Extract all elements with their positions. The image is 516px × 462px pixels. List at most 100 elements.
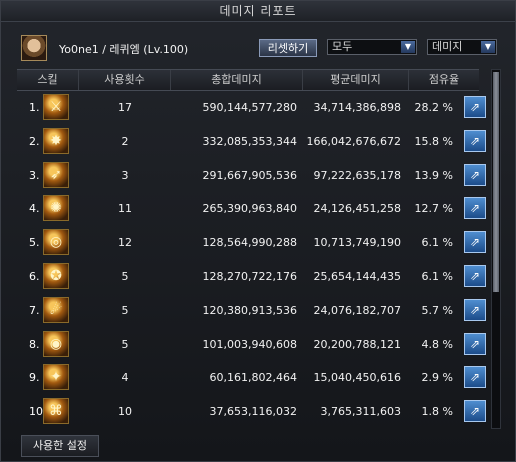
use-count: 4 xyxy=(121,371,129,385)
share-icon[interactable]: ⇗ xyxy=(464,96,486,118)
total-damage: 60,161,802,464 xyxy=(209,371,297,385)
table-header: 스킬 사용횟수 총합데미지 평균데미지 점유율 xyxy=(17,69,479,91)
scroll-thumb[interactable] xyxy=(493,72,499,292)
share-icon[interactable]: ⇗ xyxy=(464,298,486,321)
rank-number: 7. xyxy=(29,303,40,317)
red-seal-skill-icon[interactable]: ✪ xyxy=(43,262,69,289)
reset-button[interactable]: 리셋하기 xyxy=(259,39,317,57)
table-row: 9. ✦ 4 60,161,802,464 15,040,450,616 2.9 % ⇗ xyxy=(17,361,487,395)
table-row: 10. ⌘ 10 37,653,116,032 3,765,311,603 1.8 % ⇗ xyxy=(17,395,487,429)
damage-share: 12.7 % xyxy=(414,202,453,216)
table-row: 3. ➶ 3 291,667,905,536 97,222,635,178 13.9 % ⇗ xyxy=(17,159,487,193)
use-count: 11 xyxy=(118,202,132,216)
filter-select-value: 모두 xyxy=(332,40,353,53)
rank-number: 4. xyxy=(29,202,40,216)
rank-number: 8. xyxy=(29,337,40,351)
chevron-down-icon: ▼ xyxy=(401,41,415,53)
average-damage: 20,200,788,121 xyxy=(313,337,401,351)
use-count: 5 xyxy=(121,337,129,351)
window-title: 데미지 리포트 xyxy=(1,1,515,22)
share-icon[interactable]: ⇗ xyxy=(464,264,486,287)
rune-skill-icon[interactable]: ⌘ xyxy=(43,398,69,425)
table-row: 5. ◎ 12 128,564,990,288 10,713,749,190 6.1 % ⇗ xyxy=(17,226,487,260)
average-damage: 24,126,451,258 xyxy=(313,202,401,216)
damage-share: 28.2 % xyxy=(414,101,453,114)
use-count: 2 xyxy=(121,134,129,148)
average-damage: 3,765,311,603 xyxy=(320,405,401,419)
rank-number: 2. xyxy=(29,134,40,148)
damage-share: 2.9 % xyxy=(421,371,453,385)
total-damage: 120,380,913,536 xyxy=(202,303,297,317)
strike-skill-icon[interactable]: ➶ xyxy=(43,161,69,188)
table-row: 1. ⚔ 17 590,144,577,280 34,714,386,898 28.2 %… xyxy=(17,91,487,125)
use-count: 5 xyxy=(121,269,129,283)
spin-skill-icon[interactable]: ✺ xyxy=(43,195,69,222)
rank-number: 9. xyxy=(29,371,40,385)
share-icon[interactable]: ⇗ xyxy=(464,197,486,220)
fire-slash-skill-icon[interactable]: ✸ xyxy=(43,127,69,154)
average-damage: 25,654,144,435 xyxy=(313,269,401,283)
column-total-damage[interactable]: 총합데미지 xyxy=(171,70,303,90)
orb-skill-icon[interactable]: ◉ xyxy=(43,330,69,357)
damage-report-window: 데미지 리포트 Yo0ne1 / 레퀴엠 (Lv.100) 리셋하기 모두 ▼ … xyxy=(0,0,516,462)
share-icon[interactable]: ⇗ xyxy=(464,400,486,423)
damage-share: 4.8 % xyxy=(421,337,453,351)
share-icon[interactable]: ⇗ xyxy=(464,332,486,355)
rank-number: 6. xyxy=(29,269,40,283)
rank-number: 5. xyxy=(29,236,40,250)
damage-share: 6.1 % xyxy=(421,269,453,283)
flare-skill-icon[interactable]: ✦ xyxy=(43,364,69,391)
total-damage: 128,564,990,288 xyxy=(202,236,297,250)
average-damage: 34,714,386,898 xyxy=(313,101,401,114)
damage-share: 6.1 % xyxy=(421,236,453,250)
report-header: Yo0ne1 / 레퀴엠 (Lv.100) 리셋하기 모두 ▼ 데미지 ▼ xyxy=(21,31,497,65)
average-damage: 10,713,749,190 xyxy=(313,236,401,250)
use-count: 17 xyxy=(118,101,132,114)
scrollbar[interactable] xyxy=(491,69,501,429)
sword-skill-icon[interactable]: ⚔ xyxy=(43,94,69,120)
column-average-damage[interactable]: 평균데미지 xyxy=(303,70,409,90)
metric-select-value: 데미지 xyxy=(432,40,463,53)
total-damage: 265,390,963,840 xyxy=(202,202,297,216)
chevron-down-icon: ▼ xyxy=(481,41,495,53)
share-icon[interactable]: ⇗ xyxy=(464,366,486,389)
average-damage: 24,076,182,707 xyxy=(313,303,401,317)
table-row: 2. ✸ 2 332,085,353,344 166,042,676,672 15.8 %… xyxy=(17,125,487,159)
share-icon[interactable]: ⇗ xyxy=(464,163,486,186)
total-damage: 590,144,577,280 xyxy=(202,101,297,114)
metric-select[interactable]: 데미지 ▼ xyxy=(427,39,497,55)
rank-number: 3. xyxy=(29,168,40,182)
total-damage: 101,003,940,608 xyxy=(202,337,297,351)
total-damage: 291,667,905,536 xyxy=(202,168,297,182)
tab-used-settings[interactable]: 사용한 설정 xyxy=(21,435,99,457)
column-count[interactable]: 사용횟수 xyxy=(79,70,171,90)
table-row: 6. ✪ 5 128,270,722,176 25,654,144,435 6.1 % ⇗ xyxy=(17,260,487,294)
average-damage: 15,040,450,616 xyxy=(313,371,401,385)
column-share[interactable]: 점유율 xyxy=(409,70,479,90)
share-icon[interactable]: ⇗ xyxy=(464,129,486,152)
average-damage: 97,222,635,178 xyxy=(313,168,401,182)
total-damage: 332,085,353,344 xyxy=(202,134,297,148)
table-row: 8. ◉ 5 101,003,940,608 20,200,788,121 4.8 % ⇗ xyxy=(17,328,487,362)
table-row: 7. ☄ 5 120,380,913,536 24,076,182,707 5.7 % ⇗ xyxy=(17,294,487,328)
rank-number: 1. xyxy=(29,101,40,114)
total-damage: 37,653,116,032 xyxy=(209,405,297,419)
use-count: 3 xyxy=(121,168,129,182)
damage-share: 15.8 % xyxy=(414,134,453,148)
skill-list: 1. ⚔ 17 590,144,577,280 34,714,386,898 28.2 %… xyxy=(17,91,487,429)
share-icon[interactable]: ⇗ xyxy=(464,231,486,254)
wave-skill-icon[interactable]: ☄ xyxy=(43,296,69,323)
total-damage: 128,270,722,176 xyxy=(202,269,297,283)
use-count: 10 xyxy=(118,405,132,419)
table-row: 4. ✺ 11 265,390,963,840 24,126,451,258 12.7 %… xyxy=(17,192,487,226)
damage-share: 13.9 % xyxy=(414,168,453,182)
column-skill[interactable]: 스킬 xyxy=(17,70,79,90)
character-avatar xyxy=(21,35,47,61)
character-name: Yo0ne1 / 레퀴엠 (Lv.100) xyxy=(59,43,189,56)
burst-skill-icon[interactable]: ◎ xyxy=(43,229,69,256)
damage-share: 5.7 % xyxy=(421,303,453,317)
use-count: 12 xyxy=(118,236,132,250)
average-damage: 166,042,676,672 xyxy=(306,134,401,148)
filter-select[interactable]: 모두 ▼ xyxy=(327,39,417,55)
use-count: 5 xyxy=(121,303,129,317)
